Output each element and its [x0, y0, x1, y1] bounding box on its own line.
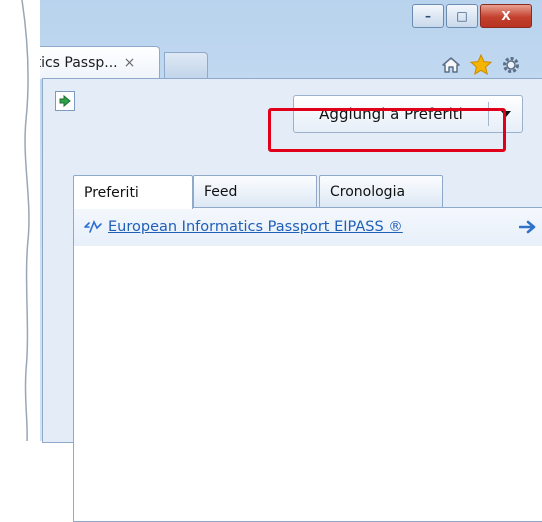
tab-cronologia[interactable]: Cronologia — [319, 175, 443, 207]
pin-arrow-icon — [59, 94, 71, 108]
favorites-list: European Informatics Passport EIPASS ® — [73, 207, 542, 522]
add-to-favorites-label: Aggiungi a Preferiti — [319, 105, 463, 123]
minimize-icon: – — [425, 9, 431, 23]
chevron-down-icon — [500, 111, 511, 117]
list-item[interactable]: European Informatics Passport EIPASS ® — [74, 208, 542, 246]
tab-feed[interactable]: Feed — [193, 175, 317, 207]
site-favicon-icon — [82, 216, 104, 238]
browser-window: – □ X atics Passp... × Aggiungi a Prefer… — [18, 0, 542, 522]
home-icon[interactable] — [438, 52, 464, 78]
minimize-button[interactable]: – — [412, 4, 444, 28]
torn-edge — [0, 0, 40, 441]
tab-cronologia-label: Cronologia — [330, 183, 406, 200]
window-controls: – □ X — [410, 4, 532, 28]
close-window-button[interactable]: X — [480, 4, 532, 28]
add-to-favorites-dropdown[interactable] — [489, 96, 522, 132]
favorite-link[interactable]: European Informatics Passport EIPASS ® — [108, 219, 403, 235]
favorites-star-icon[interactable] — [468, 52, 494, 78]
go-arrow-icon[interactable] — [518, 217, 538, 237]
maximize-icon: □ — [456, 9, 468, 23]
title-bar: – □ X — [18, 0, 542, 46]
maximize-button[interactable]: □ — [446, 4, 478, 28]
browser-toolbar — [434, 52, 524, 78]
close-icon: X — [501, 9, 511, 23]
tab-preferiti-label: Preferiti — [84, 184, 139, 201]
tab-close-icon[interactable]: × — [124, 55, 136, 71]
add-to-favorites-button[interactable]: Aggiungi a Preferiti — [293, 95, 523, 133]
pin-panel-button[interactable] — [55, 91, 75, 111]
tab-feed-label: Feed — [204, 183, 238, 200]
new-tab-button[interactable] — [164, 52, 208, 79]
favorites-center-panel: Aggiungi a Preferiti Preferiti Feed Cron… — [42, 78, 542, 522]
tools-gear-icon[interactable] — [498, 52, 524, 78]
tab-preferiti[interactable]: Preferiti — [73, 175, 193, 209]
